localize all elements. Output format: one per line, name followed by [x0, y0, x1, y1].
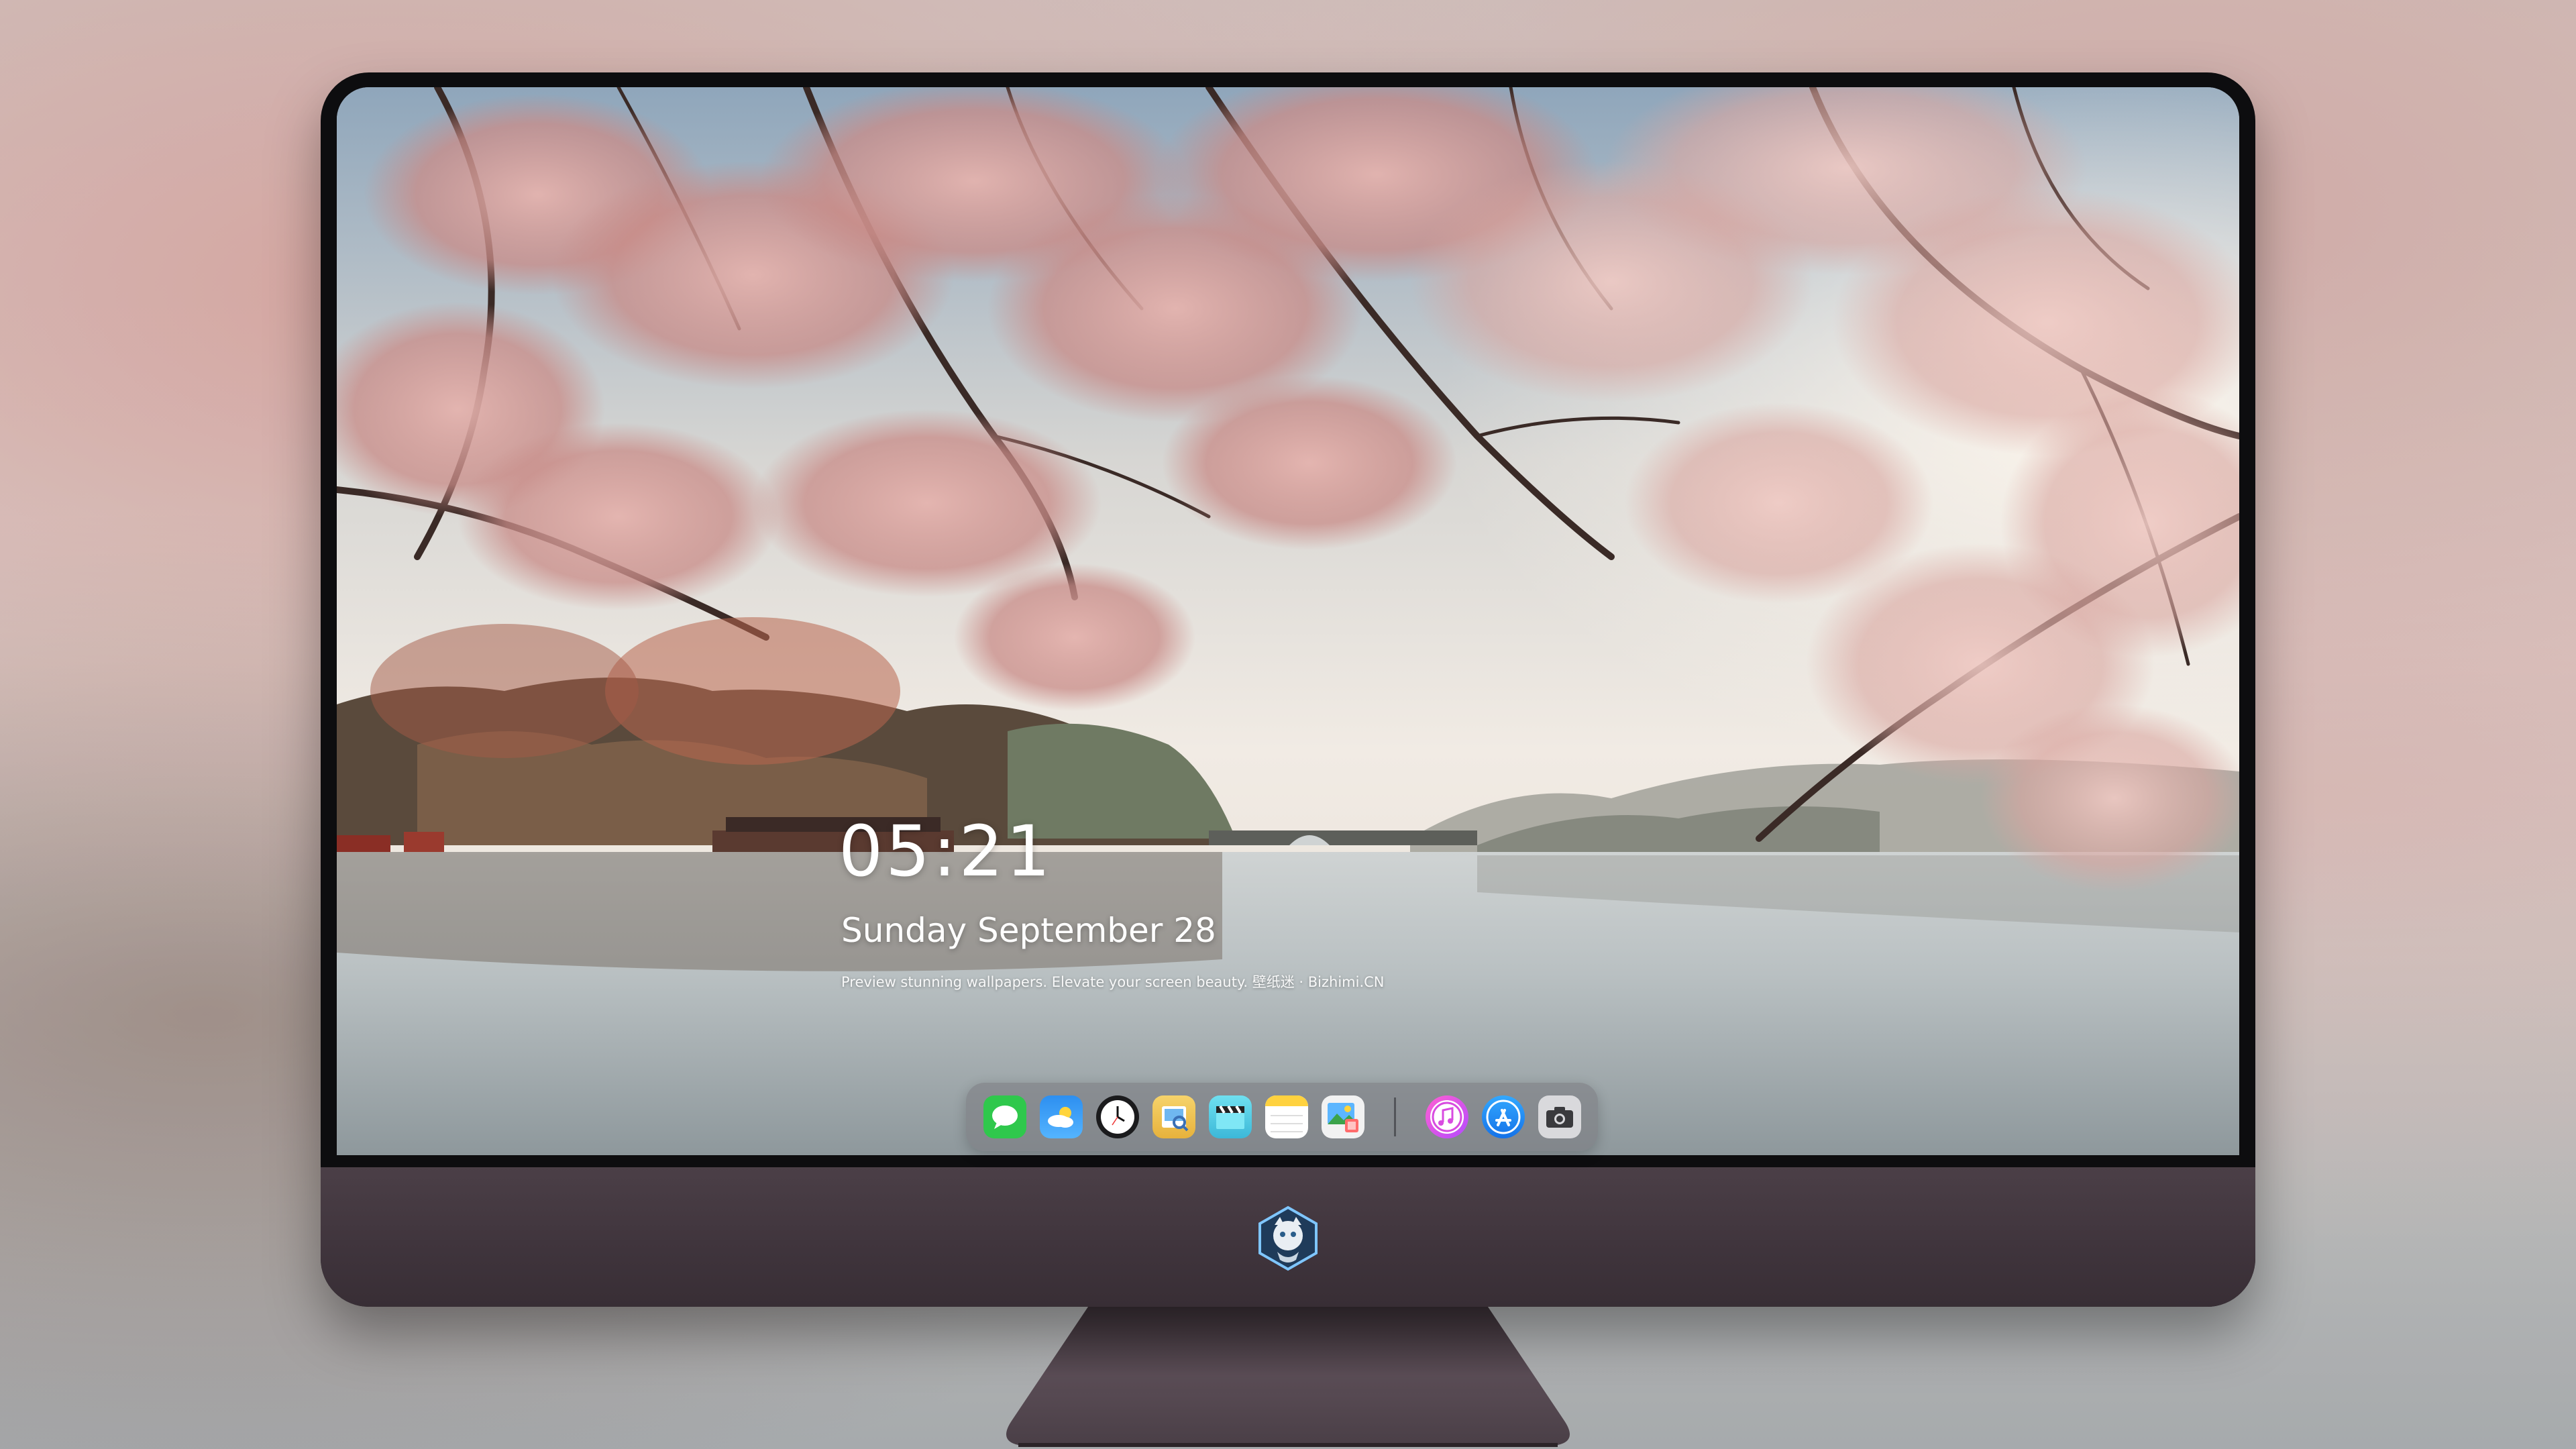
- photo-editor-icon[interactable]: [1322, 1095, 1364, 1138]
- weather-icon[interactable]: [1040, 1095, 1083, 1138]
- cherry-blossom-wallpaper: [337, 87, 2239, 1155]
- screen: 05:21 Sunday September 28 Preview stunni…: [337, 87, 2239, 1155]
- music-icon[interactable]: [1426, 1095, 1468, 1138]
- camera-icon[interactable]: [1538, 1095, 1581, 1138]
- dock-separator: [1394, 1097, 1396, 1136]
- preview-icon[interactable]: [1152, 1095, 1195, 1138]
- app-store-icon[interactable]: [1482, 1095, 1525, 1138]
- video-clapper-icon[interactable]: [1209, 1095, 1252, 1138]
- lockscreen-date: Sunday September 28: [841, 911, 1216, 950]
- clock-icon[interactable]: [1096, 1095, 1139, 1138]
- monitor-stand: [1006, 1307, 1570, 1447]
- notes-icon[interactable]: [1265, 1095, 1308, 1138]
- monitor-chin: [321, 1167, 2255, 1307]
- mascot-logo-icon: [1258, 1205, 1318, 1271]
- lockscreen-tagline: Preview stunning wallpapers. Elevate you…: [841, 974, 1385, 990]
- messages-icon[interactable]: [983, 1095, 1026, 1138]
- lockscreen-time: 05:21: [839, 810, 1053, 892]
- dock: [966, 1083, 1598, 1151]
